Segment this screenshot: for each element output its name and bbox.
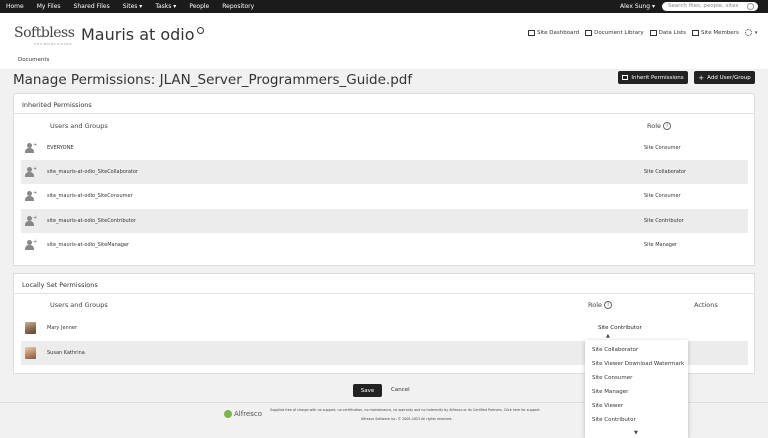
footer-copyright: Alfresco Software Inc. © 2005-2023 All r… bbox=[361, 417, 453, 421]
role-select[interactable]: Site Contributor bbox=[598, 316, 642, 340]
table-row: + site_mauris-at-odio_SiteConsumer Site … bbox=[21, 184, 748, 208]
role-value: Site Consumer bbox=[644, 193, 681, 199]
gear-icon bbox=[744, 29, 752, 36]
user-menu[interactable]: Alex Sung ▾ bbox=[620, 0, 655, 13]
nav-repository[interactable]: Repository bbox=[222, 3, 254, 10]
menu-item-site-viewer[interactable]: Site Viewer bbox=[592, 403, 623, 409]
column-header-role: Role i bbox=[647, 122, 672, 130]
info-icon[interactable]: i bbox=[604, 301, 613, 309]
menu-item-site-consumer[interactable]: Site Consumer bbox=[592, 375, 632, 381]
group-icon: + bbox=[25, 190, 37, 201]
inherit-icon bbox=[622, 75, 629, 80]
document-library-icon bbox=[585, 29, 593, 36]
column-header-users: Users and Groups bbox=[50, 122, 108, 130]
group-name: EVERYONE bbox=[47, 145, 74, 151]
dashboard-icon bbox=[528, 29, 535, 36]
inherited-permissions-panel: Inherited Permissions Users and Groups R… bbox=[13, 93, 755, 266]
clear-search-icon[interactable] bbox=[747, 3, 754, 10]
nav-tasks[interactable]: Tasks ▾ bbox=[155, 3, 176, 10]
table-row: Mary Jenner Site Contributor bbox=[21, 316, 748, 340]
role-value: Site Contributor bbox=[644, 218, 684, 224]
role-value: Site Consumer bbox=[644, 145, 681, 151]
info-icon[interactable]: i bbox=[663, 122, 672, 130]
column-header-role: Role i bbox=[588, 301, 613, 309]
members-icon bbox=[692, 29, 700, 36]
scroll-down-icon[interactable]: ▼ bbox=[634, 430, 638, 436]
group-icon: + bbox=[25, 239, 37, 250]
chevron-down-icon: ▾ bbox=[754, 29, 758, 36]
menu-item-site-manager[interactable]: Site Manager bbox=[592, 389, 628, 395]
cancel-button[interactable]: Cancel bbox=[391, 384, 410, 397]
top-navigation-bar: Home My Files Shared Files Sites ▾ Tasks… bbox=[0, 0, 768, 13]
plus-icon: + bbox=[698, 73, 705, 82]
search-input[interactable]: Search files, people, sites bbox=[662, 2, 758, 11]
table-row: + site_mauris-at-odio_SiteManager Site M… bbox=[21, 233, 748, 257]
menu-item-site-collaborator[interactable]: Site Collaborator bbox=[592, 347, 638, 353]
breadcrumb[interactable]: Documents bbox=[18, 57, 49, 63]
group-name: site_mauris-at-odio_SiteContributor bbox=[47, 218, 136, 224]
role-value: Site Manager bbox=[644, 242, 678, 248]
table-row: + site_mauris-at-odio_SiteContributor Si… bbox=[21, 209, 748, 233]
group-name: site_mauris-at-odio_SiteManager bbox=[47, 242, 130, 248]
table-row: + EVERYONE Site Consumer bbox=[21, 136, 748, 160]
group-icon: + bbox=[25, 166, 37, 177]
site-members-link[interactable]: Site Members bbox=[692, 29, 739, 36]
main-nav: Home My Files Shared Files Sites ▾ Tasks… bbox=[6, 0, 267, 13]
group-name: site_mauris-at-odio_SiteConsumer bbox=[47, 193, 133, 199]
site-header: Softbless TECHNOLOGIES Mauris at odio Si… bbox=[0, 13, 768, 69]
menu-item-site-contributor[interactable]: Site Contributor bbox=[592, 417, 636, 423]
data-lists-link[interactable]: Data Lists bbox=[649, 29, 686, 36]
column-header-actions: Actions bbox=[694, 301, 718, 309]
nav-people[interactable]: People bbox=[189, 3, 209, 10]
panel-title: Locally Set Permissions bbox=[22, 281, 98, 289]
role-dropdown-menu: Site Collaborator Site Viewer Download W… bbox=[585, 340, 688, 438]
panel-title: Inherited Permissions bbox=[22, 101, 92, 109]
menu-item-site-viewer-download-watermark[interactable]: Site Viewer Download Watermark bbox=[592, 361, 684, 367]
alfresco-flower-icon bbox=[224, 410, 232, 418]
company-logo[interactable]: Softbless TECHNOLOGIES bbox=[14, 25, 75, 46]
favorite-site-icon[interactable] bbox=[196, 27, 204, 34]
site-dashboard-link[interactable]: Site Dashboard bbox=[528, 29, 579, 36]
table-row: + site_mauris-at-odio_SiteCollaborator S… bbox=[21, 160, 748, 184]
user-name: Susan Kathrina bbox=[47, 350, 85, 356]
divider bbox=[14, 113, 754, 114]
avatar bbox=[25, 322, 36, 334]
nav-sites[interactable]: Sites ▾ bbox=[123, 3, 143, 10]
search-placeholder: Search files, people, sites bbox=[668, 3, 739, 9]
divider bbox=[14, 293, 754, 294]
site-title: Mauris at odio bbox=[81, 25, 204, 44]
page-title: Manage Permissions: JLAN_Server_Programm… bbox=[13, 72, 413, 88]
site-settings-menu[interactable]: ▾ bbox=[744, 29, 758, 36]
group-name: site_mauris-at-odio_SiteCollaborator bbox=[47, 169, 139, 175]
nav-shared-files[interactable]: Shared Files bbox=[74, 3, 110, 10]
group-icon: + bbox=[25, 142, 37, 153]
site-navigation: Site Dashboard Document Library Data Lis… bbox=[528, 29, 763, 36]
data-lists-icon bbox=[649, 29, 657, 36]
nav-home[interactable]: Home bbox=[6, 3, 24, 10]
role-value: Site Collaborator bbox=[644, 169, 687, 175]
column-header-users: Users and Groups bbox=[50, 301, 108, 309]
footer-disclaimer[interactable]: Supplied free of charge with no support,… bbox=[270, 408, 541, 412]
group-icon: + bbox=[25, 215, 37, 226]
user-name: Mary Jenner bbox=[47, 325, 78, 331]
nav-my-files[interactable]: My Files bbox=[37, 3, 61, 10]
add-user-group-button[interactable]: + Add User/Group bbox=[694, 71, 755, 84]
document-library-link[interactable]: Document Library bbox=[585, 29, 644, 36]
alfresco-logo: Alfresco bbox=[224, 410, 262, 418]
avatar bbox=[25, 347, 36, 359]
scroll-up-icon[interactable]: ▲ bbox=[606, 333, 610, 339]
inherit-permissions-button[interactable]: Inherit Permissions bbox=[618, 71, 688, 84]
save-button[interactable]: Save bbox=[353, 384, 382, 397]
